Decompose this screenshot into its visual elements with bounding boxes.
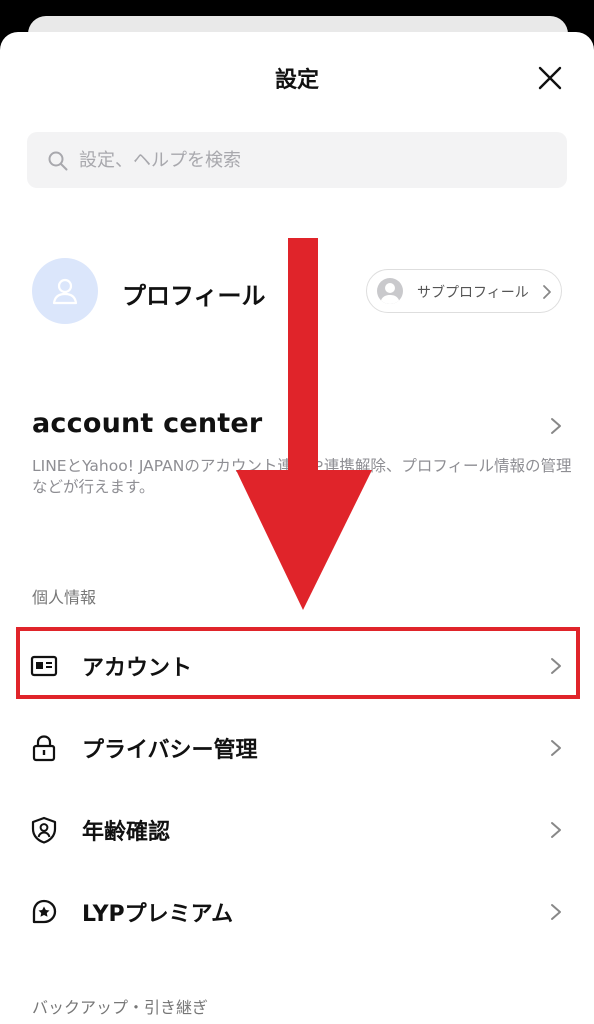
lock-icon <box>32 735 56 762</box>
settings-sheet: 設定 プロフィール サブプ <box>0 32 594 1024</box>
close-icon <box>538 66 562 90</box>
premium-icon <box>32 899 57 924</box>
item-label: 年齢確認 <box>82 820 171 845</box>
header: 設定 <box>0 32 594 122</box>
item-label: プライバシー管理 <box>82 738 258 763</box>
avatar[interactable] <box>32 258 98 324</box>
close-button[interactable] <box>532 60 568 96</box>
chevron-right-icon <box>543 285 551 299</box>
chevron-right-icon <box>551 740 561 756</box>
item-label: LYPプレミアム <box>82 902 234 927</box>
section-label-personal-info: 個人情報 <box>32 588 97 607</box>
highlight-box <box>16 627 580 699</box>
account-center-title: account center <box>32 408 263 439</box>
shield-user-icon <box>31 816 57 844</box>
page-title: 設定 <box>274 68 319 93</box>
list-item-age-verification[interactable]: 年齢確認 <box>0 794 594 864</box>
search-bar[interactable] <box>27 132 567 188</box>
chevron-right-icon <box>551 418 561 434</box>
list-item-lyp-premium[interactable]: LYPプレミアム <box>0 876 594 946</box>
subprofile-button[interactable]: サブプロフィール <box>366 269 562 313</box>
chevron-right-icon <box>551 904 561 920</box>
search-input[interactable] <box>79 132 549 188</box>
subprofile-label: サブプロフィール <box>417 285 529 301</box>
chevron-right-icon <box>551 822 561 838</box>
profile-label: プロフィール <box>122 282 266 310</box>
subprofile-avatar-icon <box>377 278 403 304</box>
profile-row[interactable]: プロフィール サブプロフィール <box>0 252 594 330</box>
section-label-backup: バックアップ・引き継ぎ <box>32 998 209 1017</box>
account-center-item[interactable]: account center LINEとYahoo! JAPANのアカウント連携… <box>0 400 594 500</box>
user-icon <box>52 278 78 305</box>
account-center-description: LINEとYahoo! JAPANのアカウント連携や連携解除、プロフィール情報の… <box>32 457 572 496</box>
list-item-privacy[interactable]: プライバシー管理 <box>0 712 594 782</box>
search-icon <box>48 151 68 171</box>
